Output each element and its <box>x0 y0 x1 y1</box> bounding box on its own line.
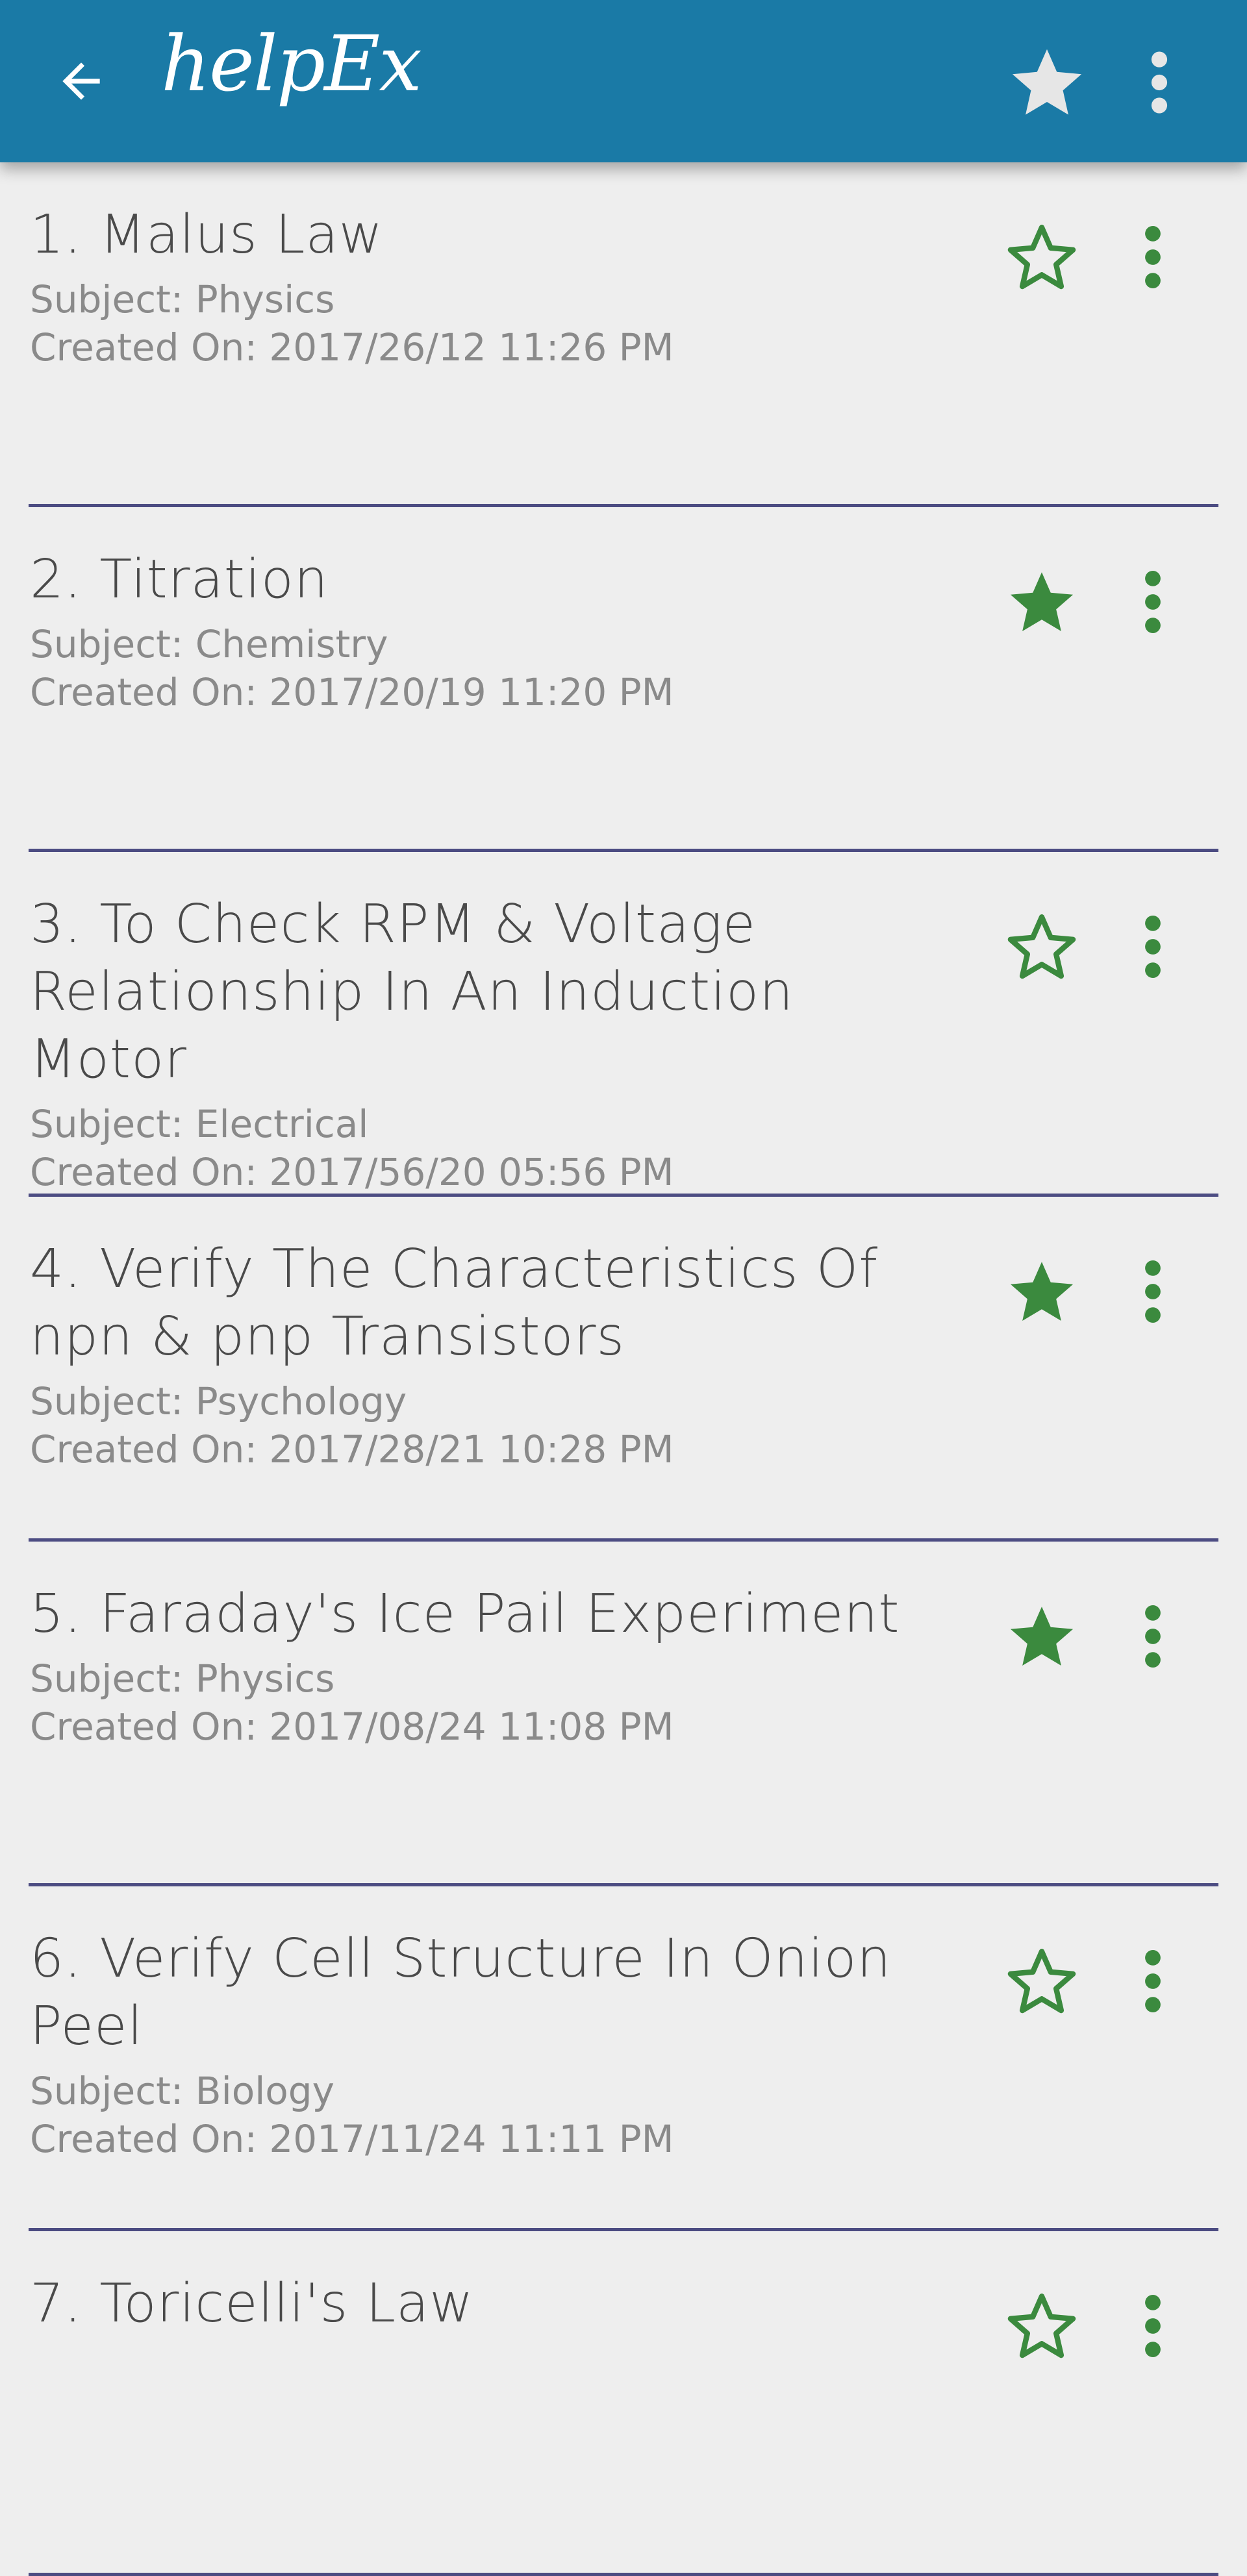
star-filled-icon <box>1012 49 1082 115</box>
more-vertical-icon <box>1145 915 1161 979</box>
more-vertical-icon <box>1145 1605 1161 1668</box>
experiment-title: 1. Malus Law <box>30 204 383 266</box>
favorite-toggle-button[interactable] <box>1000 1250 1083 1333</box>
experiment-created-date: Created On: 2017/20/19 11:20 PM <box>30 670 674 714</box>
experiment-item[interactable]: 6. Verify Cell Structure In Onion Peel S… <box>0 1886 1247 2231</box>
experiment-title: 5. Faraday's Ice Pail Experiment <box>30 1583 900 1645</box>
more-vertical-icon <box>1145 2294 1161 2358</box>
experiment-item[interactable]: 2. Titration Subject: Chemistry Created … <box>0 507 1247 852</box>
experiment-created-date: Created On: 2017/08/24 11:08 PM <box>30 1705 674 1749</box>
more-vertical-icon <box>1145 570 1161 634</box>
favorite-toggle-button[interactable] <box>1000 1940 1083 2023</box>
favorite-toggle-button[interactable] <box>1000 2284 1083 2368</box>
experiment-created-date: Created On: 2017/26/12 11:26 PM <box>30 325 674 369</box>
experiment-item[interactable]: 3. To Check RPM & Voltage Relationship I… <box>0 852 1247 1197</box>
star-outline-icon <box>1007 2294 1076 2358</box>
item-overflow-button[interactable] <box>1117 216 1189 299</box>
favorite-toggle-button[interactable] <box>1000 216 1083 299</box>
experiment-subject: Subject: Electrical <box>30 1102 369 1146</box>
more-vertical-icon <box>1145 1260 1161 1323</box>
more-vertical-icon <box>1145 1949 1161 2013</box>
experiment-item[interactable]: 7. Toricelli's Law <box>0 2231 1247 2576</box>
experiment-title: 2. Titration <box>30 549 329 610</box>
overflow-menu-button[interactable] <box>1124 40 1195 125</box>
experiment-subject: Subject: Psychology <box>30 1379 407 1423</box>
item-overflow-button[interactable] <box>1117 1940 1189 2023</box>
item-overflow-button[interactable] <box>1117 905 1189 988</box>
arrow-back-icon <box>62 62 100 100</box>
experiment-item[interactable]: 5. Faraday's Ice Pail Experiment Subject… <box>0 1542 1247 1886</box>
back-button[interactable] <box>45 45 117 117</box>
favorites-button[interactable] <box>1000 40 1094 125</box>
star-filled-icon <box>1010 572 1074 632</box>
star-outline-icon <box>1007 1949 1076 2014</box>
experiment-created-date: Created On: 2017/56/20 05:56 PM <box>30 1150 674 1194</box>
star-filled-icon <box>1010 1262 1074 1321</box>
experiment-item[interactable]: 4. Verify The Characteristics Of npn & p… <box>0 1197 1247 1542</box>
favorite-toggle-button[interactable] <box>1000 1595 1083 1678</box>
star-outline-icon <box>1007 225 1076 290</box>
item-overflow-button[interactable] <box>1117 1250 1189 1333</box>
experiment-created-date: Created On: 2017/28/21 10:28 PM <box>30 1427 674 1471</box>
favorite-toggle-button[interactable] <box>1000 560 1083 644</box>
item-overflow-button[interactable] <box>1117 1595 1189 1678</box>
experiment-title: 6. Verify Cell Structure In Onion Peel <box>30 1928 892 2057</box>
more-vertical-icon <box>1151 51 1168 114</box>
more-vertical-icon <box>1145 225 1161 289</box>
experiment-subject: Subject: Biology <box>30 2069 334 2113</box>
star-outline-icon <box>1007 914 1076 979</box>
experiment-title: 7. Toricelli's Law <box>30 2273 474 2334</box>
star-filled-icon <box>1010 1607 1074 1666</box>
item-overflow-button[interactable] <box>1117 2284 1189 2368</box>
app-bar: helpEx <box>0 0 1247 162</box>
experiment-title: 4. Verify The Characteristics Of npn & p… <box>30 1238 879 1368</box>
app-title: helpEx <box>161 19 422 108</box>
experiment-list: 1. Malus Law Subject: Physics Created On… <box>0 162 1247 2576</box>
item-overflow-button[interactable] <box>1117 560 1189 644</box>
experiment-title: 3. To Check RPM & Voltage Relationship I… <box>30 894 794 1090</box>
favorite-toggle-button[interactable] <box>1000 905 1083 988</box>
experiment-item[interactable]: 1. Malus Law Subject: Physics Created On… <box>0 162 1247 507</box>
experiment-created-date: Created On: 2017/11/24 11:11 PM <box>30 2117 674 2161</box>
list-divider <box>29 2573 1218 2576</box>
